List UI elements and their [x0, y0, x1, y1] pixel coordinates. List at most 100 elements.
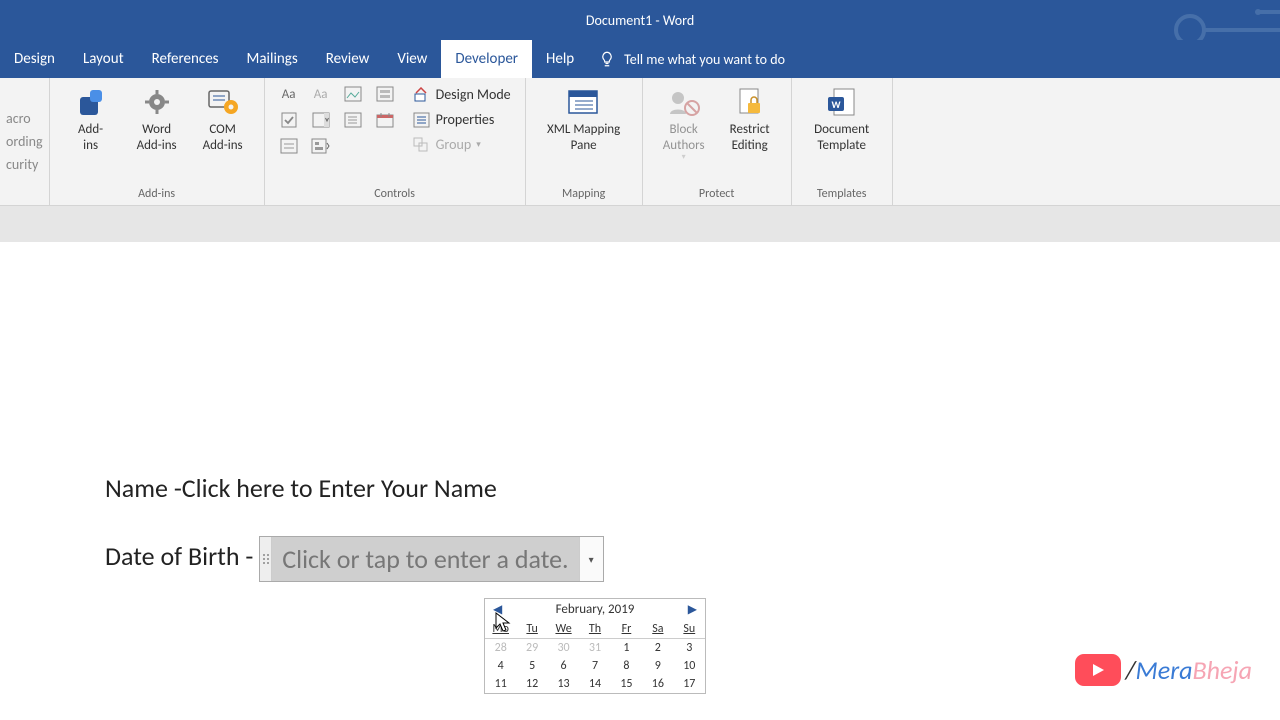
com-addins-button[interactable]: COM Add-ins: [192, 82, 254, 155]
calendar-day[interactable]: 17: [674, 675, 705, 693]
calendar-day[interactable]: 30: [548, 639, 579, 657]
calendar-day[interactable]: 29: [516, 639, 547, 657]
properties-label: Properties: [436, 111, 495, 128]
calendar-next-button[interactable]: ▶: [684, 602, 701, 617]
legacy-tools-icon[interactable]: [307, 134, 335, 158]
tell-me-label: Tell me what you want to do: [624, 51, 785, 68]
calendar-dow: Mo: [485, 620, 516, 639]
ribbon: acro ording curity Add- ins Word Add-ins…: [0, 78, 1280, 206]
addins-label: Add- ins: [78, 122, 103, 153]
repeating-control-icon[interactable]: [275, 134, 303, 158]
properties-icon: [413, 112, 431, 128]
restrict-editing-label: Restrict Editing: [730, 122, 770, 153]
word-addins-label: Word Add-ins: [137, 122, 177, 153]
calendar-day[interactable]: 1: [611, 639, 642, 657]
calendar-day[interactable]: 12: [516, 675, 547, 693]
ribbon-tabs: DesignLayoutReferencesMailingsReviewView…: [0, 40, 1280, 78]
group-protect: Block Authors ▾ Restrict Editing Protect: [643, 78, 792, 205]
document-template-button[interactable]: W Document Template: [802, 82, 882, 155]
group-controls: Aa Aa Design Mode Properties: [265, 78, 526, 205]
calendar-day[interactable]: 8: [611, 657, 642, 675]
tab-layout[interactable]: Layout: [69, 40, 138, 78]
tell-me-search[interactable]: Tell me what you want to do: [598, 40, 785, 78]
rich-text-control-icon[interactable]: Aa: [275, 82, 303, 106]
date-control-icon[interactable]: [371, 108, 399, 132]
document-template-icon: W: [826, 84, 858, 120]
calendar-day[interactable]: 16: [642, 675, 673, 693]
svg-text:W: W: [831, 98, 841, 111]
calendar-day[interactable]: 3: [674, 639, 705, 657]
calendar-day[interactable]: 5: [516, 657, 547, 675]
lightbulb-icon: [598, 50, 616, 68]
calendar-day[interactable]: 6: [548, 657, 579, 675]
calendar-day[interactable]: 2: [642, 639, 673, 657]
fragment-text: ording: [6, 133, 43, 150]
document-background: [0, 206, 1280, 242]
tab-mailings[interactable]: Mailings: [233, 40, 312, 78]
calendar-day[interactable]: 10: [674, 657, 705, 675]
chevron-down-icon: ▾: [682, 153, 686, 163]
calendar-dow: Fr: [611, 620, 642, 639]
channel-watermark: / Mera Bheja: [1075, 654, 1252, 686]
group-label-templates: Templates: [802, 187, 882, 203]
calendar-day[interactable]: 4: [485, 657, 516, 675]
calendar-day[interactable]: 14: [579, 675, 610, 693]
calendar-day[interactable]: 28: [485, 639, 516, 657]
name-line[interactable]: Name -Click here to Enter Your Name: [105, 472, 1280, 504]
checkbox-control-icon[interactable]: [275, 108, 303, 132]
addins-icon: [76, 84, 106, 120]
title-decoration: [1160, 0, 1280, 40]
properties-button[interactable]: Properties: [409, 109, 515, 130]
gear-icon: [143, 84, 171, 120]
truncated-group: acro ording curity: [0, 78, 50, 205]
date-picker-control[interactable]: Click or tap to enter a date. ▾: [259, 536, 603, 582]
calendar-prev-button[interactable]: ◀: [489, 602, 506, 617]
calendar-dow: We: [548, 620, 579, 639]
tab-view[interactable]: View: [383, 40, 441, 78]
dob-label: Date of Birth -: [105, 540, 253, 572]
youtube-icon: [1075, 654, 1121, 686]
title-bar: Document1 - Word: [0, 0, 1280, 40]
calendar-day[interactable]: 15: [611, 675, 642, 693]
com-addins-label: COM Add-ins: [203, 122, 243, 153]
restrict-editing-icon: [736, 84, 764, 120]
dob-line: Date of Birth - Click or tap to enter a …: [105, 536, 1280, 582]
date-dropdown-button[interactable]: ▾: [579, 537, 603, 581]
design-mode-button[interactable]: Design Mode: [409, 84, 515, 105]
building-block-control-icon[interactable]: [371, 82, 399, 106]
combobox-control-icon[interactable]: [307, 108, 335, 132]
plain-text-control-icon[interactable]: Aa: [307, 82, 335, 106]
addins-button[interactable]: Add- ins: [60, 82, 122, 155]
fragment-text: acro: [6, 110, 43, 127]
com-addins-icon: [207, 84, 239, 120]
tab-help[interactable]: Help: [532, 40, 588, 78]
calendar-title[interactable]: February, 2019: [506, 602, 684, 617]
calendar-day[interactable]: 9: [642, 657, 673, 675]
restrict-editing-button[interactable]: Restrict Editing: [719, 82, 781, 155]
word-addins-button[interactable]: Word Add-ins: [126, 82, 188, 155]
calendar-day[interactable]: 31: [579, 639, 610, 657]
calendar-day[interactable]: 13: [548, 675, 579, 693]
dropdown-control-icon[interactable]: [339, 108, 367, 132]
control-handle-icon[interactable]: [260, 537, 272, 581]
name-line-text: Name -Click here to Enter Your Name: [105, 472, 497, 504]
group-button: Group ▾: [409, 134, 515, 155]
tab-references[interactable]: References: [138, 40, 233, 78]
date-placeholder[interactable]: Click or tap to enter a date.: [272, 537, 578, 581]
picture-control-icon[interactable]: [339, 82, 367, 106]
group-label-mapping: Mapping: [536, 187, 632, 203]
xml-mapping-label: XML Mapping Pane: [547, 122, 620, 153]
tab-developer[interactable]: Developer: [441, 40, 532, 78]
calendar-day[interactable]: 11: [485, 675, 516, 693]
document-page[interactable]: Name -Click here to Enter Your Name Date…: [0, 242, 1280, 582]
group-templates: W Document Template Templates: [792, 78, 893, 205]
block-authors-label: Block Authors: [663, 122, 705, 153]
xml-mapping-button[interactable]: XML Mapping Pane: [536, 82, 632, 155]
group-mapping: XML Mapping Pane Mapping: [526, 78, 643, 205]
calendar-day[interactable]: 7: [579, 657, 610, 675]
fragment-text: curity: [6, 156, 43, 173]
calendar-dow: Su: [674, 620, 705, 639]
tab-review[interactable]: Review: [312, 40, 384, 78]
watermark-word2: Bheja: [1192, 654, 1252, 686]
tab-design[interactable]: Design: [0, 40, 69, 78]
